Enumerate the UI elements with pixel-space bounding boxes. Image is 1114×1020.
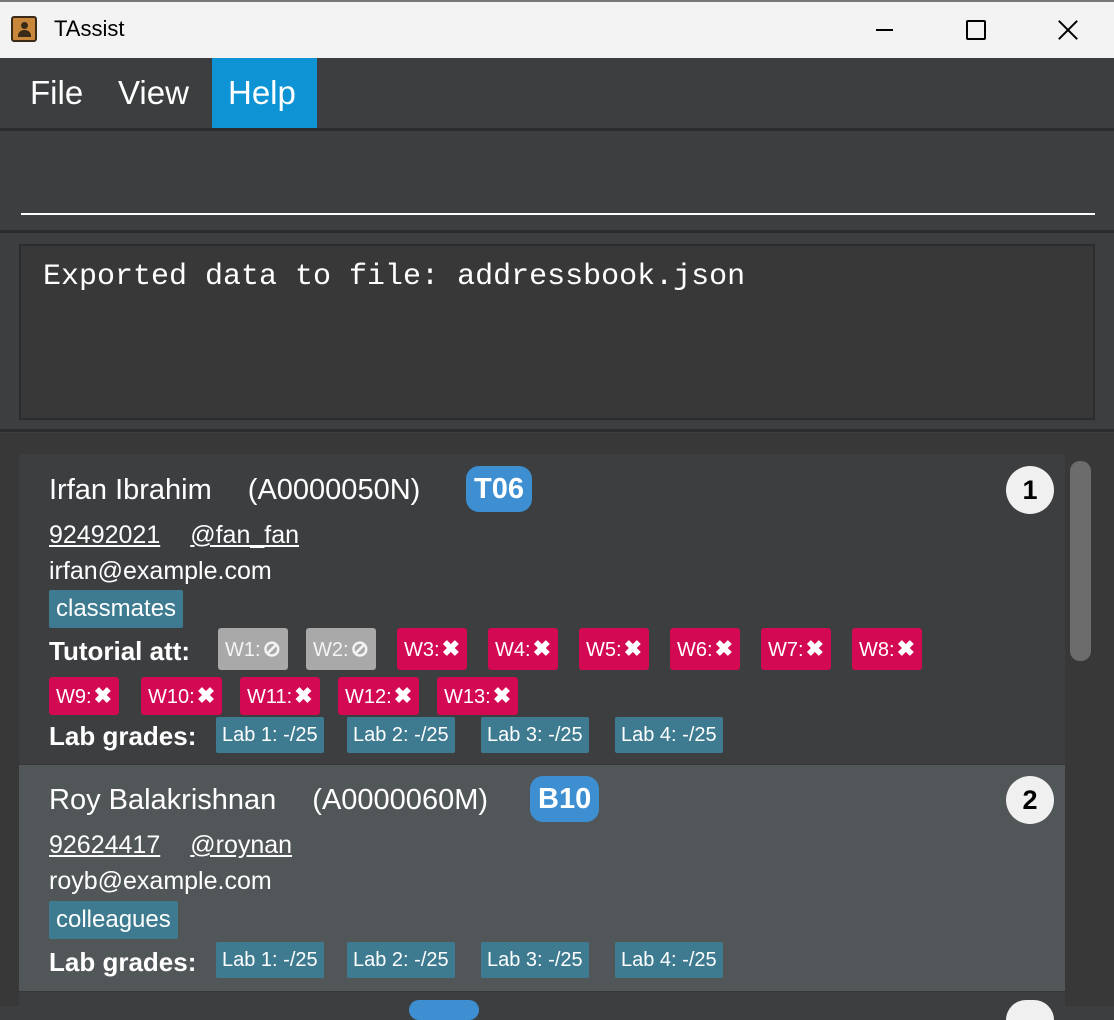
attendance-chip: W6:✖ — [670, 628, 740, 670]
person-name-line: Irfan Ibrahim (A0000050N) — [49, 474, 420, 507]
attendance-chip: W9:✖ — [49, 677, 119, 715]
lab-grade-chip: Lab 1: -/25 — [216, 942, 324, 978]
prohibited-icon: ⊘ — [350, 636, 369, 661]
cross-icon: ✖ — [896, 636, 915, 661]
result-display[interactable]: Exported data to file: addressbook.json — [19, 244, 1095, 420]
person-card[interactable]: Roy Balakrishnan (A0000060M) B10 2 926244… — [19, 765, 1065, 991]
phone-link[interactable]: 92492021 — [49, 521, 160, 549]
list-scrollbar[interactable] — [1070, 461, 1091, 661]
lab-grade-chip: Lab 4: -/25 — [615, 942, 723, 978]
cross-icon: ✖ — [714, 636, 733, 661]
minimize-button[interactable] — [838, 2, 930, 58]
group-badge: B10 — [530, 776, 600, 822]
attendance-chip: W11:✖ — [240, 677, 320, 715]
command-box — [0, 131, 1114, 230]
cross-icon: ✖ — [93, 683, 112, 708]
person-card[interactable] — [19, 992, 1065, 1020]
attendance-chip: W4:✖ — [488, 628, 558, 670]
tag: classmates — [49, 590, 184, 628]
app-icon — [11, 16, 37, 42]
group-badge: T06 — [466, 466, 532, 512]
attendance-week: W9: — [56, 686, 92, 708]
tag: colleagues — [49, 901, 178, 939]
window-title: TAssist — [54, 16, 125, 41]
person-name-line: Roy Balakrishnan (A0000060M) — [49, 784, 488, 817]
tutorial-att-label: Tutorial att: — [49, 636, 191, 666]
lab-grade-chip: Lab 4: -/25 — [615, 717, 723, 753]
menu-bar: File View Help — [0, 58, 1114, 128]
close-icon — [1057, 19, 1079, 41]
lab-grade-chip: Lab 3: -/25 — [481, 942, 589, 978]
close-button[interactable] — [1022, 2, 1114, 58]
email: royb@example.com — [49, 867, 272, 895]
attendance-week: W12: — [345, 686, 392, 708]
attendance-week: W4: — [495, 639, 531, 661]
student-id: (A0000050N) — [247, 474, 421, 506]
maximize-button[interactable] — [930, 2, 1022, 58]
attendance-chip: W8:✖ — [852, 628, 922, 670]
attendance-week: W1: — [225, 639, 261, 661]
title-bar: TAssist — [0, 0, 1114, 58]
attendance-week: W7: — [768, 639, 804, 661]
cross-icon: ✖ — [196, 683, 216, 708]
attendance-chip: W2:⊘ — [306, 628, 376, 670]
attendance-chip: W13:✖ — [437, 677, 519, 715]
lab-grades-label: Lab grades: — [49, 721, 197, 751]
cross-icon: ✖ — [805, 636, 824, 661]
person-card[interactable]: Irfan Ibrahim (A0000050N) T06 1 92492021 @… — [19, 454, 1065, 764]
prohibited-icon: ⊘ — [262, 636, 281, 661]
menu-help[interactable]: Help — [212, 58, 317, 128]
attendance-week: W2: — [313, 639, 349, 661]
person-name: Irfan Ibrahim — [49, 474, 212, 506]
attendance-week: W13: — [444, 686, 491, 708]
cross-icon: ✖ — [623, 636, 642, 661]
attendance-week: W6: — [677, 639, 713, 661]
minimize-icon — [875, 29, 893, 31]
lab-grade-chip: Lab 1: -/25 — [216, 717, 324, 753]
lab-grade-chip: Lab 2: -/25 — [347, 717, 455, 753]
attendance-week: W5: — [586, 639, 622, 661]
index-badge — [1006, 1000, 1054, 1020]
attendance-chip: W5:✖ — [579, 628, 649, 670]
telegram-link[interactable]: @fan_fan — [190, 521, 299, 549]
contact-line: 92624417 @roynan — [49, 831, 292, 860]
attendance-week: W3: — [404, 639, 440, 661]
result-text: Exported data to file: addressbook.json — [43, 260, 746, 294]
attendance-chip: W12:✖ — [338, 677, 420, 715]
student-id: (A0000060M) — [312, 784, 489, 816]
phone-link[interactable]: 92624417 — [49, 831, 160, 859]
index-badge: 2 — [1006, 776, 1054, 824]
cross-icon: ✖ — [294, 683, 313, 708]
attendance-chip: W7:✖ — [761, 628, 831, 670]
email: irfan@example.com — [49, 557, 272, 585]
cross-icon: ✖ — [393, 683, 413, 708]
menu-file[interactable]: File — [12, 58, 101, 128]
lab-grade-chip: Lab 3: -/25 — [481, 717, 589, 753]
cross-icon: ✖ — [532, 636, 551, 661]
group-badge — [409, 1000, 479, 1020]
index-badge: 1 — [1006, 466, 1054, 514]
attendance-week: W10: — [148, 686, 195, 708]
cross-icon: ✖ — [492, 683, 512, 708]
telegram-link[interactable]: @roynan — [190, 831, 292, 859]
attendance-chip: W1:⊘ — [218, 628, 288, 670]
menu-view[interactable]: View — [100, 58, 207, 128]
attendance-week: W11: — [247, 686, 293, 708]
lab-grade-chip: Lab 2: -/25 — [347, 942, 455, 978]
cross-icon: ✖ — [441, 636, 460, 661]
command-input[interactable] — [21, 155, 1095, 215]
maximize-icon — [966, 20, 986, 40]
attendance-chip: W10:✖ — [141, 677, 223, 715]
divider — [0, 230, 1114, 233]
divider — [0, 429, 1114, 432]
contact-line: 92492021 @fan_fan — [49, 521, 299, 550]
attendance-week: W8: — [859, 639, 895, 661]
attendance-chip: W3:✖ — [397, 628, 467, 670]
person-name: Roy Balakrishnan — [49, 784, 277, 816]
lab-grades-label: Lab grades: — [49, 947, 197, 977]
